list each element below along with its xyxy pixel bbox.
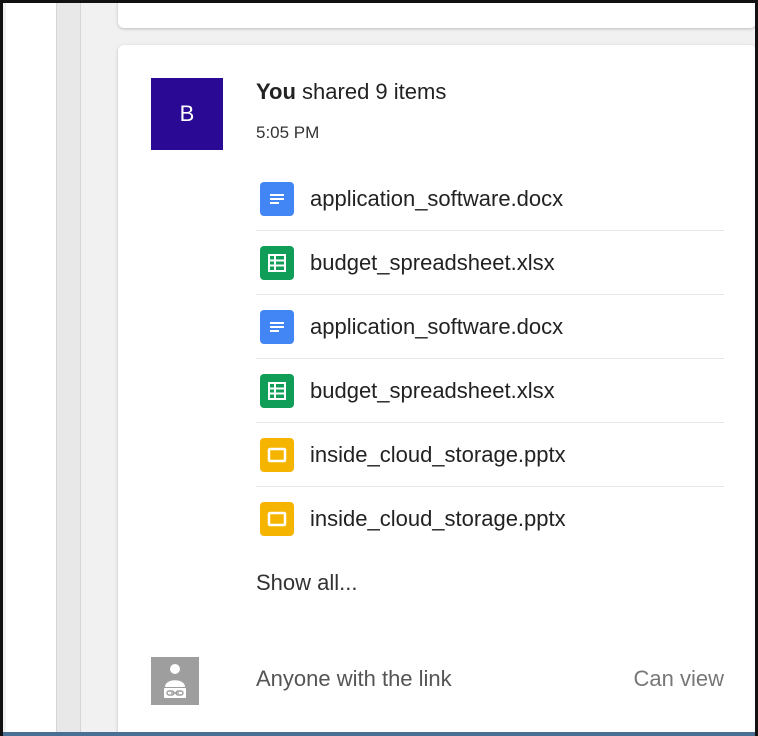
activity-actor: You	[256, 79, 296, 104]
file-name: application_software.docx	[310, 313, 564, 339]
sharing-scope: Anyone with the link	[256, 666, 452, 691]
scroll-rail[interactable]	[56, 3, 81, 736]
activity-action: shared 9 items	[295, 79, 447, 104]
sheets-icon	[260, 245, 294, 280]
previous-activity-card	[118, 3, 755, 28]
file-name: budget_spreadsheet.xlsx	[310, 249, 555, 275]
avatar[interactable]: B	[151, 78, 223, 150]
file-row[interactable]: budget_spreadsheet.xlsx	[256, 359, 724, 423]
file-name: inside_cloud_storage.pptx	[310, 505, 566, 531]
avatar-letter: B	[179, 101, 195, 126]
slides-icon	[260, 437, 294, 472]
permission-dropdown[interactable]: Can view	[634, 666, 724, 692]
shared-file-list: application_software.docx budget_spreadsh…	[256, 167, 724, 550]
file-row[interactable]: application_software.docx	[256, 295, 724, 359]
file-row[interactable]: budget_spreadsheet.xlsx	[256, 231, 724, 295]
show-all-link[interactable]: Show all...	[256, 570, 358, 596]
file-row[interactable]: application_software.docx	[256, 167, 724, 231]
file-row[interactable]: inside_cloud_storage.pptx	[256, 487, 724, 550]
link-sharing-icon	[151, 657, 199, 705]
docs-icon	[260, 181, 294, 216]
slides-icon	[260, 501, 294, 536]
activity-time: 5:05 PM	[256, 123, 320, 142]
file-name: budget_spreadsheet.xlsx	[310, 377, 555, 403]
sheets-icon	[260, 373, 294, 408]
left-gutter	[6, 3, 56, 736]
docs-icon	[260, 309, 294, 344]
activity-headline: You shared 9 items	[256, 79, 446, 105]
file-name: application_software.docx	[310, 185, 564, 211]
file-name: inside_cloud_storage.pptx	[310, 441, 566, 467]
bottom-strip	[3, 732, 755, 736]
file-row[interactable]: inside_cloud_storage.pptx	[256, 423, 724, 487]
window-frame: B You shared 9 items 5:05 PM application…	[0, 0, 758, 736]
activity-card: B You shared 9 items 5:05 PM application…	[118, 45, 755, 736]
